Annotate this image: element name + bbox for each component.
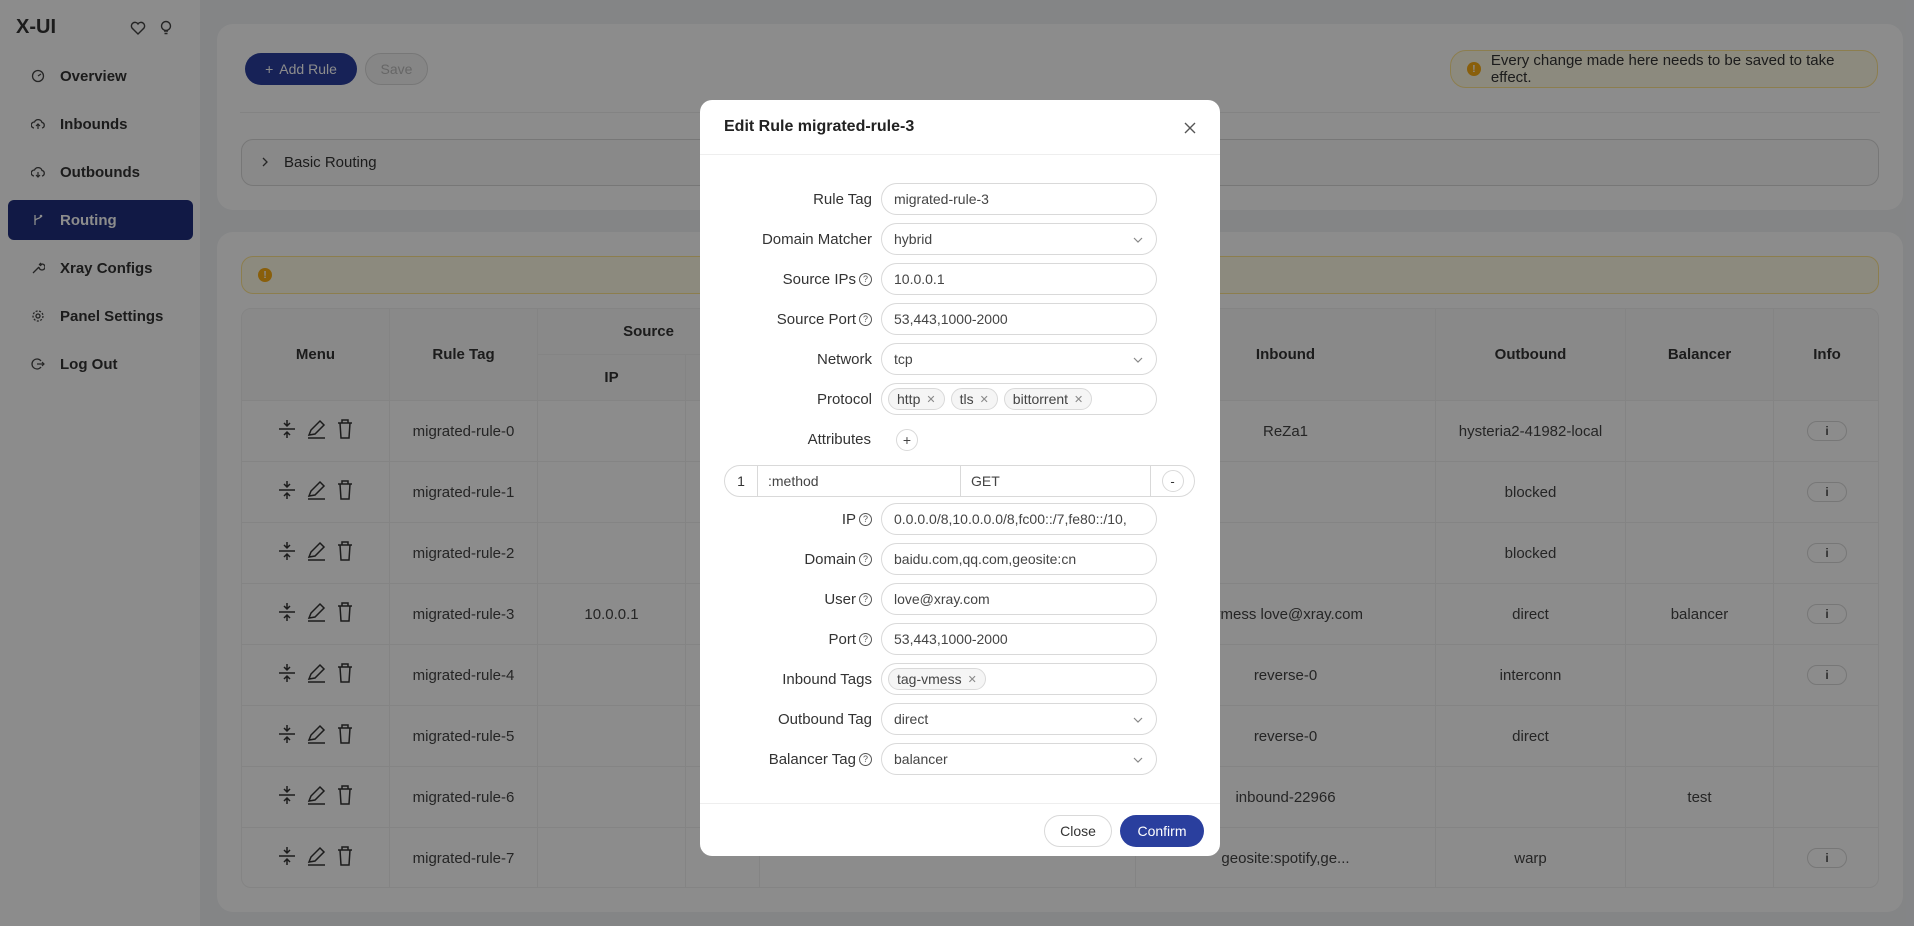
help-icon[interactable]: ? [859,552,872,566]
confirm-button[interactable]: Confirm [1120,815,1204,847]
field-label: Network [817,343,872,375]
attribute-index: 1 [725,466,758,496]
modal-title: Edit Rule migrated-rule-3 [724,118,915,135]
label-text: Protocol [816,390,872,408]
remove-attribute-button[interactable]: - [1161,470,1184,492]
tag-label: tls [959,391,974,407]
help-icon[interactable]: ? [859,512,872,526]
add-attribute-button[interactable]: + [896,429,918,451]
field-rule-tag: Rule Tag migrated-rule-3 [700,183,1220,215]
rule-tag-input[interactable]: migrated-rule-3 [881,183,1157,215]
inbound-tags-multiselect[interactable]: tag-vmess ✕ [881,663,1157,695]
edit-rule-modal: Edit Rule migrated-rule-3 Rule Tag migra… [700,100,1220,856]
field-attributes: Attributes + [700,423,1220,455]
attribute-row: 1 :method GET - [724,465,1195,497]
field-label: Port? [828,623,872,655]
field-domain-matcher: Domain Matcher hybrid [700,223,1220,255]
protocol-tag: http ✕ [888,388,945,410]
field-label: Attributes [808,423,871,455]
tag-label: bittorrent [1012,391,1069,407]
network-select[interactable]: tcp [881,343,1157,375]
help-icon[interactable]: ? [859,592,872,606]
field-domain: Domain? baidu.com,qq.com,geosite:cn [700,543,1220,575]
inbound-tag: tag-vmess ✕ [888,668,986,690]
field-balancer-tag: Balancer Tag? balancer [700,743,1220,775]
label-text: Balancer Tag [768,750,856,768]
select-value: balancer [894,751,948,767]
help-icon[interactable]: ? [859,752,872,766]
field-source-port: Source Port? 53,443,1000-2000 [700,303,1220,335]
chevron-down-icon [1132,753,1144,769]
field-label: Balancer Tag? [769,743,872,775]
field-source-ips: Source IPs? 10.0.0.1 [700,263,1220,295]
field-inbound-tags: Inbound Tags tag-vmess ✕ [700,663,1220,695]
chevron-down-icon [1132,713,1144,729]
label-text: Source IPs [782,270,856,288]
protocol-multiselect[interactable]: http ✕ tls ✕ bittorrent ✕ [881,383,1157,415]
label-text: Rule Tag [813,190,872,208]
field-label: IP? [842,503,872,535]
protocol-tag: bittorrent ✕ [1003,388,1093,410]
field-label: Source Port? [777,303,872,335]
label-text: Domain Matcher [761,230,872,248]
ip-input[interactable]: 0.0.0.0/8,10.0.0.0/8,fc00::/7,fe80::/10, [881,503,1157,535]
help-icon[interactable]: ? [859,272,872,286]
domain-input[interactable]: baidu.com,qq.com,geosite:cn [881,543,1157,575]
label-text: Inbound Tags [782,670,872,688]
source-port-input[interactable]: 53,443,1000-2000 [881,303,1157,335]
label-text: Port [828,630,856,648]
field-label: Outbound Tag [778,703,872,735]
close-icon[interactable]: ✕ [926,393,935,406]
tag-label: http [897,391,921,407]
field-port: Port? 53,443,1000-2000 [700,623,1220,655]
divider [700,803,1220,804]
field-label: Domain? [804,543,872,575]
close-icon[interactable] [1180,118,1200,138]
field-label: Domain Matcher [762,223,872,255]
select-value: direct [894,711,929,727]
close-icon[interactable]: ✕ [1074,393,1083,406]
label-text: Source Port [776,310,856,328]
label-text: User [824,590,856,608]
label-text: Domain [804,550,856,568]
field-outbound-tag: Outbound Tag direct [700,703,1220,735]
help-icon[interactable]: ? [859,312,872,326]
attribute-value-input[interactable]: GET [961,466,1151,496]
select-value: hybrid [894,231,933,247]
label-text: IP [841,510,856,528]
balancer-tag-select[interactable]: balancer [881,743,1157,775]
close-icon[interactable]: ✕ [980,393,989,406]
field-label: Rule Tag [813,183,872,215]
close-button[interactable]: Close [1044,815,1112,847]
field-label: Source IPs? [783,263,872,295]
field-label: Inbound Tags [782,663,872,695]
domain-matcher-select[interactable]: hybrid [881,223,1157,255]
divider [700,154,1220,155]
chevron-down-icon [1132,353,1144,369]
protocol-tag: tls ✕ [950,388,998,410]
user-input[interactable]: love@xray.com [881,583,1157,615]
field-label: Protocol [817,383,872,415]
label-text: Outbound Tag [778,710,872,728]
field-user: User? love@xray.com [700,583,1220,615]
field-label: User? [824,583,872,615]
help-icon[interactable]: ? [859,632,872,646]
chevron-down-icon [1132,233,1144,249]
attribute-key-input[interactable]: :method [758,466,961,496]
select-value: tcp [894,351,913,367]
label-text: Attributes [807,430,871,448]
source-ips-input[interactable]: 10.0.0.1 [881,263,1157,295]
field-ip: IP? 0.0.0.0/8,10.0.0.0/8,fc00::/7,fe80::… [700,503,1220,535]
port-input[interactable]: 53,443,1000-2000 [881,623,1157,655]
outbound-tag-select[interactable]: direct [881,703,1157,735]
label-text: Network [816,350,872,368]
field-network: Network tcp [700,343,1220,375]
close-icon[interactable]: ✕ [968,673,977,686]
field-protocol: Protocol http ✕ tls ✕ bittorrent ✕ [700,383,1220,415]
tag-label: tag-vmess [897,671,962,687]
